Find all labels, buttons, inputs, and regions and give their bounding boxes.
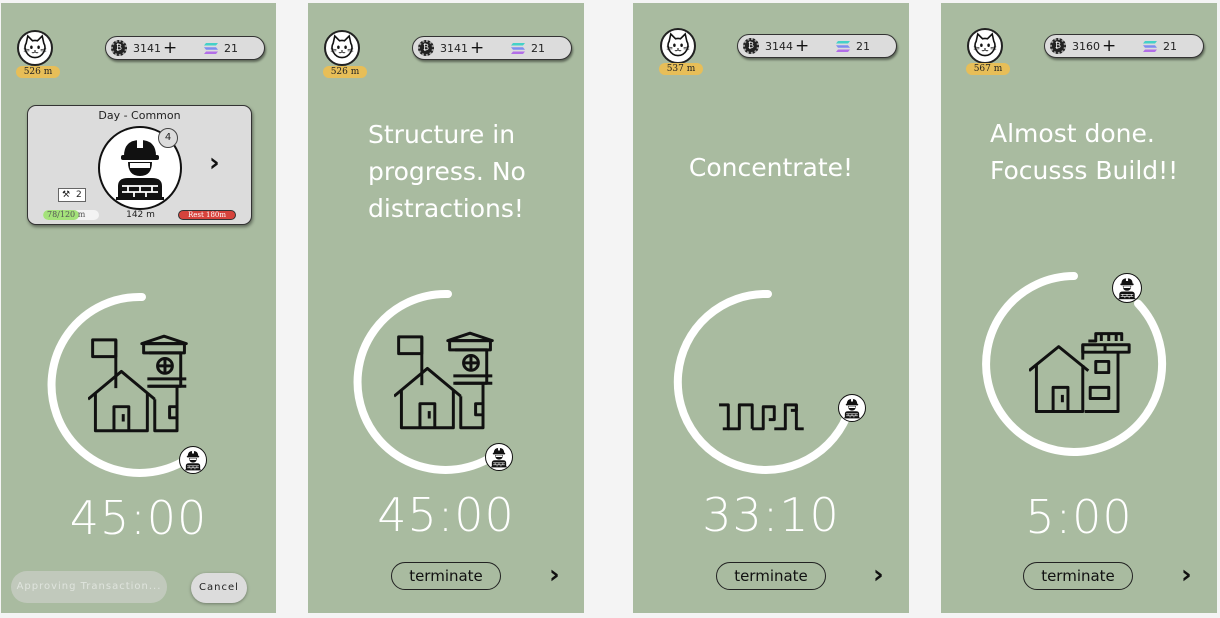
house-icon: [1029, 330, 1131, 417]
cancel-button[interactable]: Cancel: [191, 573, 247, 603]
plus-icon[interactable]: +: [470, 37, 484, 59]
rest-badge: Rest 180m: [178, 210, 236, 220]
distance-badge: 526 m: [323, 66, 367, 78]
message-line: progress. No: [368, 157, 526, 186]
coin-icon: ₿: [418, 40, 434, 56]
worker-icon: [179, 446, 207, 474]
message-line: Concentrate!: [688, 153, 854, 182]
distance-badge: 537 m: [659, 63, 703, 75]
builder-card[interactable]: Day - Common 4 › ⚒ 2 78/120 m 142 m Rest…: [27, 105, 252, 225]
sol-gem-icon: [836, 41, 850, 52]
wallet-pill: ₿ 3160 + 21: [1044, 34, 1204, 58]
coin-balance: 3160: [1072, 40, 1100, 53]
chevron-right-icon[interactable]: ›: [873, 559, 884, 591]
progress-ring: [673, 289, 856, 474]
chevron-right-icon[interactable]: ›: [209, 148, 220, 178]
card-title: Day - Common: [98, 109, 181, 122]
wallet-pill: ₿ 3141 + 21: [105, 36, 265, 60]
tool-badge: ⚒ 2: [58, 188, 86, 202]
plus-icon[interactable]: +: [795, 35, 809, 57]
screen-building-progress: 537 m ₿ 3144 + 21 Concentrate! 33:10 ter…: [633, 3, 909, 613]
screen-building-start: 526 m ₿ 3141 + 21 Structure in progress.…: [308, 3, 584, 613]
gem-balance: 21: [531, 42, 545, 55]
terminate-button[interactable]: terminate: [1023, 562, 1133, 590]
timer: 33:10: [702, 488, 840, 542]
chevron-right-icon[interactable]: ›: [1181, 559, 1192, 591]
status-message: Almost done. Focusss Build!!: [990, 115, 1217, 189]
worker-icon: [485, 443, 513, 471]
terminate-button[interactable]: terminate: [716, 562, 826, 590]
chevron-right-icon[interactable]: ›: [549, 559, 560, 591]
screen-select-builder: 526 m ₿ 3141 + 21 Day - Common 4 › ⚒ 2 7…: [1, 3, 276, 613]
coin-icon: ₿: [1050, 38, 1066, 54]
plus-icon[interactable]: +: [163, 37, 177, 59]
coin-icon: ₿: [743, 38, 759, 54]
house-icon: [715, 392, 817, 438]
message-line: distractions!: [368, 194, 524, 223]
status-message: Structure in progress. No distractions!: [368, 116, 584, 227]
message-line: Almost done.: [990, 119, 1155, 148]
timer: 45:00: [69, 491, 208, 545]
tool-count: 2: [76, 190, 82, 200]
plus-icon[interactable]: +: [1102, 35, 1116, 57]
coin-balance: 3141: [133, 42, 161, 55]
wallet-pill: ₿ 3144 + 21: [737, 34, 897, 58]
wallet-pill: ₿ 3141 + 21: [412, 36, 572, 60]
gem-balance: 21: [856, 40, 870, 53]
gem-balance: 21: [1163, 40, 1177, 53]
sol-gem-icon: [511, 43, 525, 54]
screen-building-almost-done: 567 m ₿ 3160 + 21 Almost done. Focusss B…: [941, 3, 1217, 613]
terminate-button[interactable]: terminate: [391, 562, 501, 590]
coin-balance: 3144: [765, 40, 793, 53]
cat-avatar-icon[interactable]: [17, 30, 53, 66]
message-line: Structure in: [368, 120, 516, 149]
distance-badge: 526 m: [16, 66, 60, 78]
status-message: Concentrate!: [633, 149, 909, 186]
worker-icon: [838, 394, 866, 422]
message-line: Focusss Build!!: [990, 156, 1179, 185]
coin-balance: 3141: [440, 42, 468, 55]
cat-avatar-icon[interactable]: [660, 28, 696, 64]
approving-transaction-button[interactable]: Approving Transaction...: [11, 571, 167, 603]
cat-avatar-icon[interactable]: [967, 28, 1003, 64]
distance-badge: 567 m: [966, 63, 1010, 75]
worker-icon: [1112, 273, 1142, 303]
hammer-icon: ⚒: [62, 190, 71, 200]
level-badge: 4: [158, 128, 178, 148]
timer: 45:00: [377, 488, 515, 542]
sol-gem-icon: [1143, 41, 1157, 52]
coin-icon: ₿: [111, 40, 127, 56]
timer: 5:00: [1025, 490, 1133, 544]
house-icon: [394, 327, 496, 434]
sol-gem-icon: [204, 43, 218, 54]
cat-avatar-icon[interactable]: [324, 30, 360, 66]
gem-balance: 21: [224, 42, 238, 55]
house-icon: [88, 330, 190, 437]
